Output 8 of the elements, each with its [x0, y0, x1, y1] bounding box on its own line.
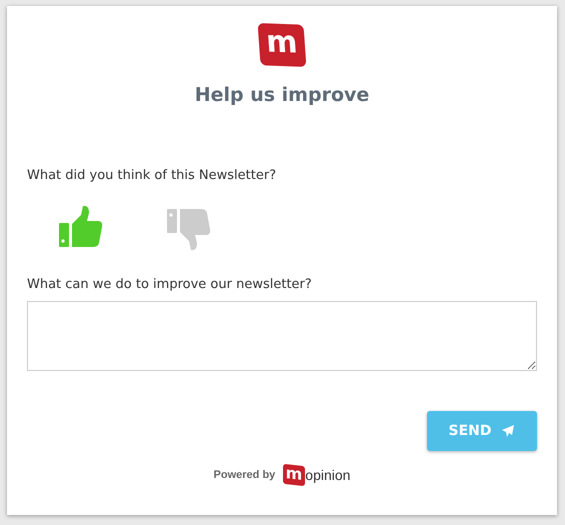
paper-plane-icon — [501, 424, 516, 438]
question-label: What did you think of this Newsletter? — [27, 168, 278, 183]
question-label: What can we do to improve our newsletter? — [27, 277, 313, 292]
powered-by-text: Powered by — [214, 469, 276, 481]
form-title: Help us improve — [194, 84, 370, 106]
logo: m — [258, 23, 306, 67]
brand-logo[interactable]: m opinion — [283, 465, 350, 485]
answer-box[interactable] — [27, 301, 537, 371]
